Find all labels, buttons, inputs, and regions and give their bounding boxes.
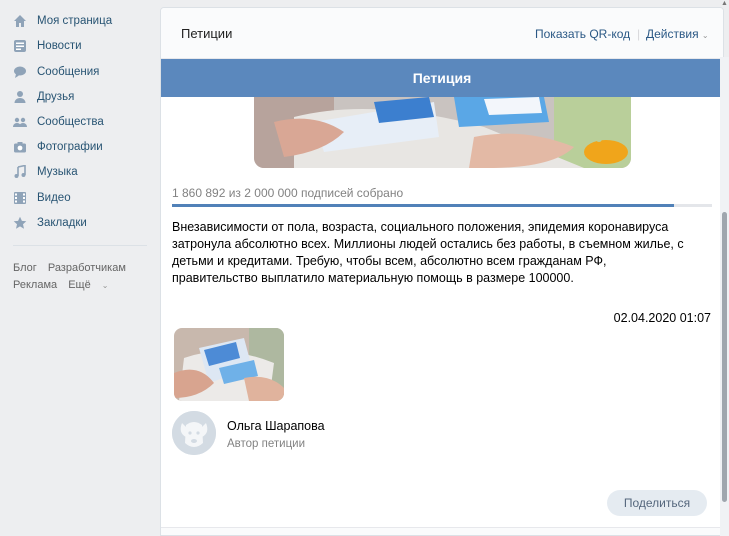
star-icon xyxy=(13,216,27,230)
petition-title-bar: Петиция xyxy=(161,59,723,97)
chevron-down-icon: ⌄ xyxy=(101,281,109,290)
petition-photo-thumbnail[interactable] xyxy=(174,328,284,401)
header-divider: | xyxy=(637,27,641,41)
sidebar-item-label: Видео xyxy=(37,191,71,204)
petition-cover-image xyxy=(254,97,631,168)
actions-menu-button[interactable]: Действия ⌄ xyxy=(646,27,709,41)
signatures-progress-fill xyxy=(172,204,675,207)
sidebar-item-bookmarks[interactable]: Закладки xyxy=(0,210,152,235)
share-button[interactable]: Поделиться xyxy=(607,490,707,516)
signatures-progress-bar xyxy=(172,204,712,207)
page-title: Петиции xyxy=(181,26,233,41)
show-qr-button[interactable]: Показать QR-код xyxy=(535,27,630,41)
sidebar-item-label: Сообщения xyxy=(37,65,100,78)
sidebar-item-label: Фотографии xyxy=(37,140,103,153)
scroll-up-arrow-icon[interactable]: ▲ xyxy=(720,0,729,9)
friends-icon xyxy=(13,90,27,104)
author-role: Автор петиции xyxy=(227,438,306,450)
petition-panel: Петиции Показать QR-код | Действия ⌄ Пет… xyxy=(160,7,724,536)
sidebar-item-music[interactable]: Музыка xyxy=(0,159,152,184)
messages-icon xyxy=(13,65,27,79)
chevron-down-icon: ⌄ xyxy=(701,31,709,40)
sidebar-item-label: Музыка xyxy=(37,165,78,178)
blog-link[interactable]: Блог xyxy=(13,262,37,274)
sidebar-footer-row-2: Реклама Ещё ⌄ xyxy=(13,279,124,291)
developers-link[interactable]: Разработчикам xyxy=(48,262,126,274)
petition-date: 02.04.2020 01:07 xyxy=(613,311,711,325)
home-icon xyxy=(13,14,27,28)
scrollbar-thumb[interactable] xyxy=(722,212,727,502)
signatures-counter: 1 860 892 из 2 000 000 подписей собрано xyxy=(172,186,404,200)
actions-label: Действия xyxy=(646,27,699,41)
music-icon xyxy=(13,164,27,179)
sidebar-item-messages[interactable]: Сообщения xyxy=(0,59,152,84)
sidebar-item-label: Сообщества xyxy=(37,115,104,128)
more-label: Ещё xyxy=(68,279,91,291)
ads-link[interactable]: Реклама xyxy=(13,279,57,291)
sidebar-item-video[interactable]: Видео xyxy=(0,185,152,210)
sidebar-item-my-page[interactable]: Моя страница xyxy=(0,8,152,33)
more-link[interactable]: Ещё ⌄ xyxy=(68,279,116,291)
sidebar-item-label: Моя страница xyxy=(37,14,113,27)
author-name[interactable]: Ольга Шарапова xyxy=(227,419,325,433)
sidebar-item-groups[interactable]: Сообщества xyxy=(0,109,152,134)
camera-icon xyxy=(13,140,27,154)
sidebar-item-news[interactable]: Новости xyxy=(0,33,152,58)
news-icon xyxy=(13,39,27,53)
sidebar-item-label: Друзья xyxy=(37,90,75,103)
sidebar-item-friends[interactable]: Друзья xyxy=(0,84,152,109)
sidebar-footer-row-1: Блог Разработчикам xyxy=(13,262,134,274)
author-avatar[interactable] xyxy=(172,411,216,455)
video-icon xyxy=(13,191,27,205)
groups-icon xyxy=(13,115,27,129)
sidebar-divider xyxy=(13,245,147,246)
sidebar-item-photos[interactable]: Фотографии xyxy=(0,134,152,159)
petition-bar-title: Петиция xyxy=(412,70,472,86)
petition-description: Внезависимости от пола, возраста, социал… xyxy=(172,220,684,285)
panel-header: Петиции Показать QR-код | Действия ⌄ xyxy=(161,8,723,59)
sidebar-item-label: Закладки xyxy=(37,216,87,229)
panel-footer xyxy=(161,527,723,535)
sidebar-item-label: Новости xyxy=(37,39,82,52)
